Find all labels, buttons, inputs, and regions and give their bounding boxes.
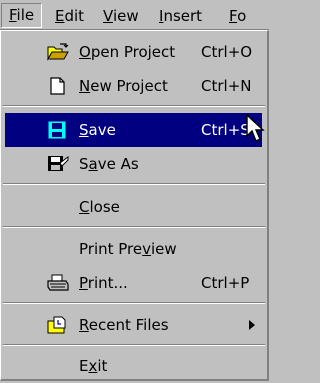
floppy-disk-icon <box>47 121 67 139</box>
recent-files-icon <box>47 316 67 334</box>
menu-separator <box>3 226 265 228</box>
menu-item-close[interactable]: Close <box>5 190 262 224</box>
menu-item-label: Open Project <box>79 43 176 61</box>
menu-format-mnemonic: F <box>229 7 238 25</box>
menu-bar: File Edit View Insert Fo <box>0 0 269 30</box>
menu-format-label: o <box>237 7 247 25</box>
menu-separator <box>3 183 265 185</box>
menu-item-open-project[interactable]: Open Project Ctrl+O <box>5 35 262 69</box>
open-folder-icon <box>47 43 69 61</box>
menu-item-label: Save <box>79 121 116 139</box>
menu-item-shortcut: Ctrl+N <box>201 77 252 95</box>
menu-item-shortcut: Ctrl+O <box>201 43 253 61</box>
menu-view-mnemonic: V <box>103 7 113 25</box>
menu-item-recent-files[interactable]: Recent Files <box>5 308 262 342</box>
menu-item-label: Print... <box>79 274 128 292</box>
menu-file-label: ile <box>16 6 35 24</box>
new-document-icon <box>47 77 67 95</box>
submenu-arrow-icon <box>249 320 255 330</box>
menu-item-label: Exit <box>79 357 108 375</box>
menu-insert[interactable]: Insert <box>152 5 209 27</box>
menu-item-shortcut: Ctrl+S <box>201 121 250 139</box>
menu-item-print-preview[interactable]: Print Preview <box>5 232 262 266</box>
file-menu-dropdown: Open Project Ctrl+O New Project Ctrl+N S… <box>0 30 269 381</box>
menu-item-print[interactable]: Print... Ctrl+P <box>5 266 262 300</box>
menu-item-save[interactable]: Save Ctrl+S <box>5 113 262 147</box>
menu-item-new-project[interactable]: New Project Ctrl+N <box>5 69 262 103</box>
menu-separator <box>3 105 265 107</box>
menu-item-exit[interactable]: Exit <box>5 349 262 383</box>
menu-item-save-as[interactable]: Save As <box>5 147 262 181</box>
menu-item-label: Recent Files <box>79 316 169 334</box>
menu-item-label: Close <box>79 198 120 216</box>
menu-file-mnemonic: F <box>9 6 17 24</box>
menu-edit[interactable]: Edit <box>48 5 91 27</box>
menu-file[interactable]: File <box>1 3 43 28</box>
menu-insert-label: nsert <box>163 7 203 25</box>
menu-separator <box>3 344 265 346</box>
mouse-pointer-icon <box>246 114 265 142</box>
menu-view[interactable]: View <box>96 5 146 27</box>
menu-item-label: Save As <box>79 155 139 173</box>
menu-separator <box>3 302 265 304</box>
menu-view-label: iew <box>112 7 139 25</box>
menu-edit-label: dit <box>64 7 85 25</box>
printer-icon <box>47 274 69 292</box>
menu-item-label: New Project <box>79 77 168 95</box>
menu-format[interactable]: Fo <box>222 5 253 27</box>
menu-item-shortcut: Ctrl+P <box>201 274 250 292</box>
save-as-icon <box>47 155 69 173</box>
menu-item-label: Print Preview <box>79 240 177 258</box>
